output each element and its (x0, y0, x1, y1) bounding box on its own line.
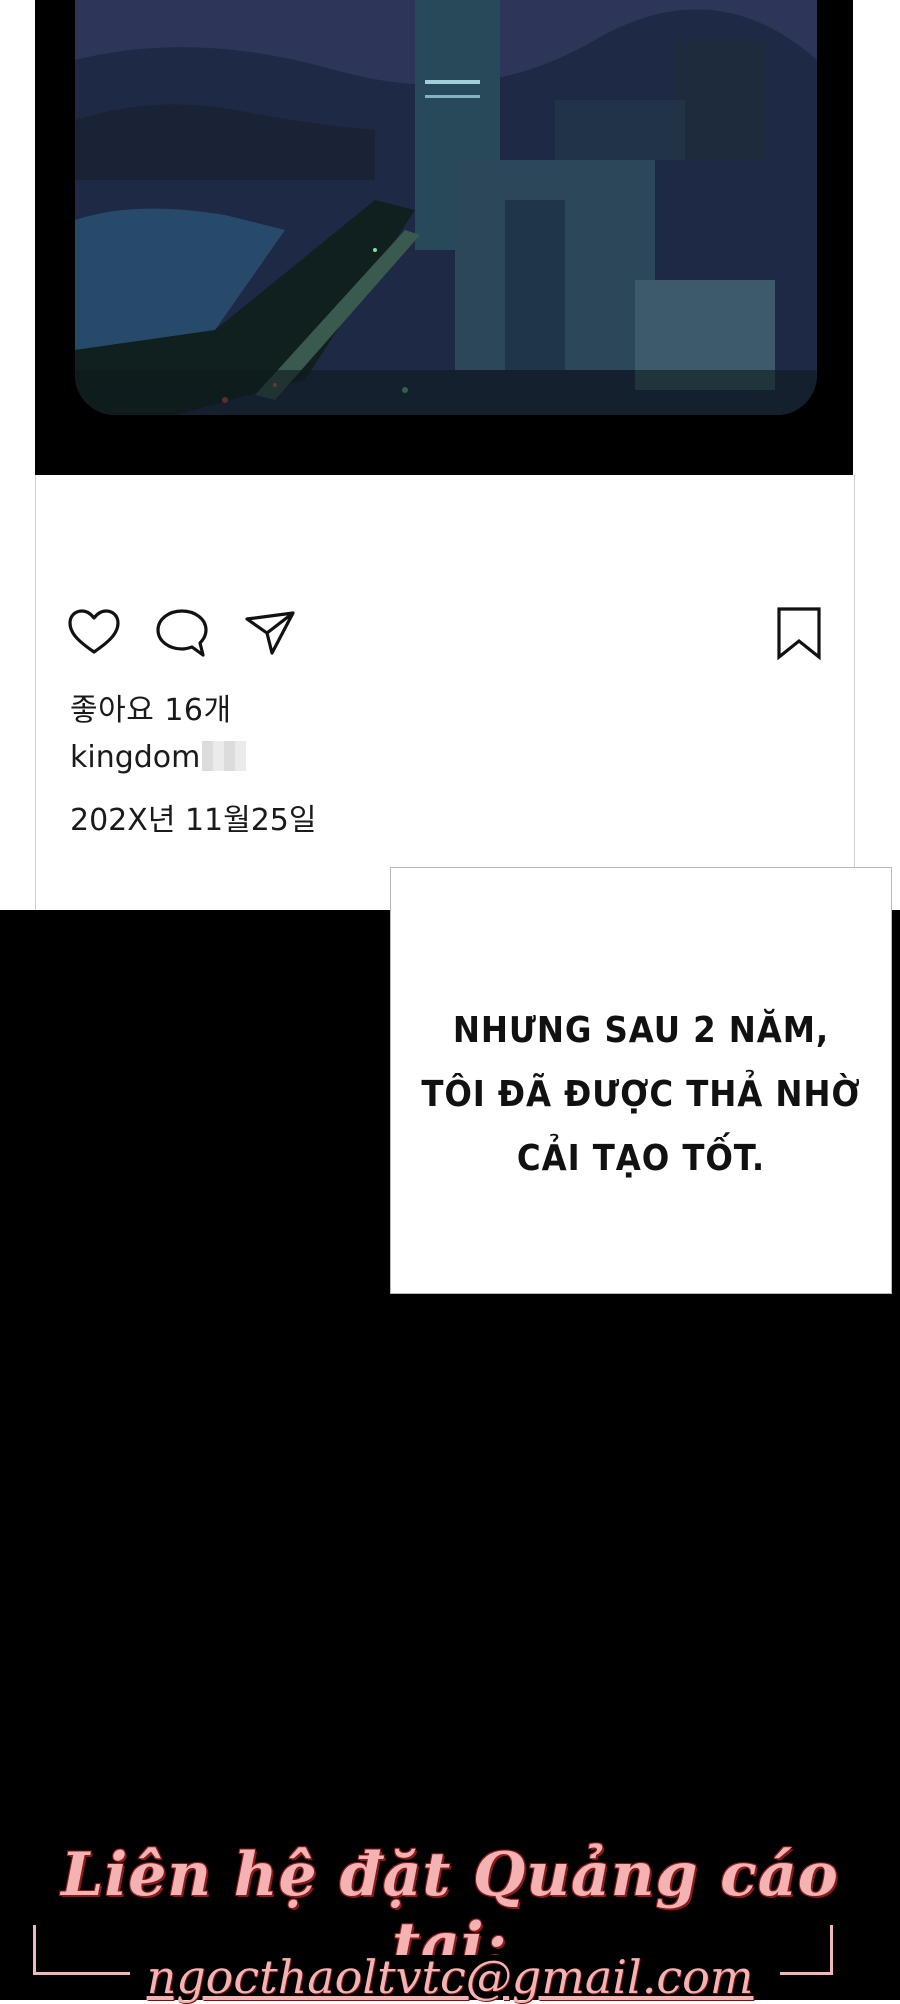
narration-line-3: CẢI TẠO TỐT. (516, 1138, 766, 1179)
page-margin-left (0, 0, 36, 910)
post-date: 202X년 11월25일 (70, 803, 317, 838)
likes-count[interactable]: 좋아요 16개 (70, 685, 232, 729)
paper-plane-icon[interactable] (242, 605, 298, 661)
page-margin-right (856, 0, 900, 910)
bookmark-icon[interactable] (771, 605, 827, 661)
post-username[interactable]: kingdom (70, 740, 247, 775)
censored-username-suffix (202, 741, 247, 771)
post-image (75, 0, 817, 415)
post-action-row (66, 605, 826, 665)
ad-email[interactable]: ngocthaoltvtc@gmail.com (0, 1950, 900, 2004)
narration-line-1: NHƯNG SAU 2 NĂM, (452, 1010, 830, 1051)
narration-box: NHƯNG SAU 2 NĂM, TÔI ĐÃ ĐƯỢC THẢ NHỜ CẢI… (390, 867, 892, 1294)
narration-line-2: TÔI ĐÃ ĐƯỢC THẢ NHỜ (421, 1074, 861, 1115)
username-text: kingdom (70, 740, 201, 775)
post-image-frame (35, 0, 853, 475)
speech-bubble-icon[interactable] (154, 605, 210, 661)
post-card: 좋아요 16개 kingdom 202X년 11월25일 (35, 475, 855, 911)
heart-icon[interactable] (66, 605, 122, 661)
night-city-image (75, 0, 817, 415)
